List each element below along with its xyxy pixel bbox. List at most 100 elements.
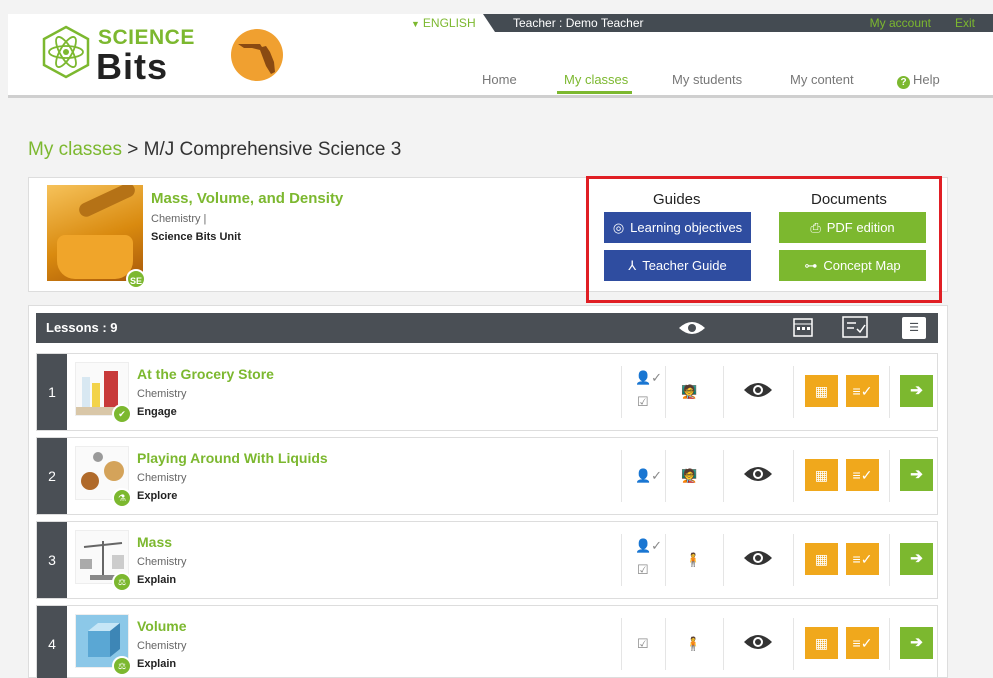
se-badge: SE bbox=[126, 269, 146, 289]
student-check-icon[interactable]: 👤✓ bbox=[635, 538, 662, 554]
lesson-row[interactable]: 3 ⚖ Mass Chemistry Explain 👤✓ ☑ 🧍 ▦ ≡✓ ➔ bbox=[36, 521, 938, 599]
assessment-button[interactable]: ≡✓ bbox=[846, 375, 879, 407]
lesson-number: 3 bbox=[37, 522, 67, 598]
explore-badge-icon: ⚗ bbox=[112, 488, 132, 508]
lesson-row[interactable]: 2 ⚗ Playing Around With Liquids Chemistr… bbox=[36, 437, 938, 515]
teacher-icon[interactable]: 🧍 bbox=[685, 552, 701, 568]
explain-badge-icon: ⚖ bbox=[112, 656, 132, 676]
eye-icon[interactable] bbox=[678, 320, 706, 336]
eye-icon[interactable] bbox=[743, 464, 773, 484]
calendar-icon[interactable] bbox=[792, 316, 814, 338]
enter-lesson-button[interactable]: ➔ bbox=[900, 543, 933, 575]
divider bbox=[723, 366, 724, 418]
lesson-subject: Chemistry bbox=[137, 640, 187, 652]
task-check-icon[interactable]: ☑ bbox=[637, 636, 649, 652]
task-check-icon[interactable]: ☑ bbox=[637, 394, 649, 410]
teacher-board-icon[interactable]: 🧑‍🏫 bbox=[681, 384, 697, 400]
engage-badge-icon: ✔ bbox=[112, 404, 132, 424]
header: ▼ ENGLISH Teacher : Demo Teacher My accou… bbox=[8, 14, 993, 98]
divider bbox=[793, 534, 794, 586]
unit-title[interactable]: Mass, Volume, and Density bbox=[151, 190, 343, 207]
assessment-button[interactable]: ≡✓ bbox=[846, 627, 879, 659]
breadcrumb-separator: > bbox=[127, 139, 139, 160]
lesson-subject: Chemistry bbox=[137, 388, 187, 400]
calendar-button[interactable]: ▦ bbox=[805, 459, 838, 491]
nav-help[interactable]: ? Help bbox=[897, 72, 940, 89]
eye-icon[interactable] bbox=[743, 548, 773, 568]
calendar-button[interactable]: ▦ bbox=[805, 543, 838, 575]
student-check-icon[interactable]: 👤✓ bbox=[635, 468, 662, 484]
assessment-button[interactable]: ≡✓ bbox=[846, 543, 879, 575]
calendar-button[interactable]: ▦ bbox=[805, 375, 838, 407]
eye-icon[interactable] bbox=[743, 380, 773, 400]
pdf-edition-button[interactable]: ⎙ PDF edition bbox=[779, 212, 926, 243]
divider bbox=[723, 450, 724, 502]
unit-thumbnail[interactable] bbox=[47, 185, 143, 281]
divider bbox=[665, 618, 666, 670]
student-check-icon[interactable]: 👤✓ bbox=[635, 370, 662, 386]
enter-lesson-button[interactable]: ➔ bbox=[900, 375, 933, 407]
eye-icon[interactable] bbox=[743, 632, 773, 652]
breadcrumb-my-classes[interactable]: My classes bbox=[28, 139, 122, 160]
lesson-row[interactable]: 1 ✔ At the Grocery Store Chemistry Engag… bbox=[36, 353, 938, 431]
lesson-title[interactable]: At the Grocery Store bbox=[137, 366, 274, 382]
concept-map-button[interactable]: ⊶ Concept Map bbox=[779, 250, 926, 281]
teacher-guide-button[interactable]: ⅄ Teacher Guide bbox=[604, 250, 751, 281]
print-icon: ⎙ bbox=[810, 219, 821, 235]
florida-state-logo-icon bbox=[231, 29, 283, 81]
guides-heading: Guides bbox=[653, 191, 701, 208]
teacher-icon: ⅄ bbox=[628, 257, 637, 273]
teacher-icon[interactable]: 🧍 bbox=[685, 636, 701, 652]
nav-active-indicator bbox=[557, 91, 632, 94]
divider bbox=[723, 534, 724, 586]
teacher-board-icon[interactable]: 🧑‍🏫 bbox=[681, 468, 697, 484]
nav-my-classes[interactable]: My classes bbox=[564, 72, 628, 87]
unit-type: Science Bits Unit bbox=[151, 231, 241, 243]
lesson-title[interactable]: Volume bbox=[137, 618, 187, 634]
science-bits-logo[interactable]: SCIENCE Bits bbox=[38, 24, 198, 87]
divider bbox=[621, 534, 622, 586]
lesson-row[interactable]: 4 ⚖ Volume Chemistry Explain ☑ 🧍 ▦ ≡✓ ➔ bbox=[36, 605, 938, 678]
concept-map-icon: ⊶ bbox=[804, 257, 818, 273]
enter-lesson-button[interactable]: ➔ bbox=[900, 627, 933, 659]
divider bbox=[889, 450, 890, 502]
lesson-subject: Chemistry bbox=[137, 556, 187, 568]
honey-dipper-shape bbox=[76, 185, 138, 220]
caret-down-icon: ▼ bbox=[411, 19, 420, 29]
list-view-icon[interactable]: ☰ bbox=[902, 317, 926, 339]
documents-heading: Documents bbox=[811, 191, 887, 208]
nav-my-students[interactable]: My students bbox=[672, 72, 742, 87]
divider bbox=[793, 618, 794, 670]
lesson-number: 4 bbox=[37, 606, 67, 678]
assessment-button[interactable]: ≡✓ bbox=[846, 459, 879, 491]
lesson-title[interactable]: Playing Around With Liquids bbox=[137, 450, 328, 466]
enter-lesson-button[interactable]: ➔ bbox=[900, 459, 933, 491]
lesson-number: 1 bbox=[37, 354, 67, 430]
nav-home[interactable]: Home bbox=[482, 72, 517, 87]
learning-objectives-button[interactable]: ◎ Learning objectives bbox=[604, 212, 751, 243]
language-label: ENGLISH bbox=[422, 16, 476, 30]
divider bbox=[621, 618, 622, 670]
atom-logo-icon bbox=[42, 25, 90, 79]
task-check-icon[interactable]: ☑ bbox=[637, 562, 649, 578]
lesson-phase: Engage bbox=[137, 406, 177, 418]
language-selector[interactable]: ▼ ENGLISH bbox=[411, 16, 476, 30]
logo-line2: Bits bbox=[96, 46, 169, 87]
pdf-edition-label: PDF edition bbox=[826, 220, 895, 235]
honey-jar-shape bbox=[57, 235, 133, 279]
teacher-guide-label: Teacher Guide bbox=[642, 258, 727, 273]
nav-my-content[interactable]: My content bbox=[790, 72, 854, 87]
divider bbox=[793, 450, 794, 502]
divider bbox=[723, 618, 724, 670]
explain-badge-icon: ⚖ bbox=[112, 572, 132, 592]
top-bar: Teacher : Demo Teacher My account Exit bbox=[483, 14, 993, 32]
lesson-title[interactable]: Mass bbox=[137, 534, 172, 550]
divider bbox=[665, 366, 666, 418]
lessons-count: Lessons : 9 bbox=[46, 320, 118, 335]
checklist-icon[interactable] bbox=[842, 316, 868, 338]
my-account-link[interactable]: My account bbox=[870, 16, 931, 30]
calendar-button[interactable]: ▦ bbox=[805, 627, 838, 659]
exit-link[interactable]: Exit bbox=[955, 16, 975, 30]
breadcrumb: My classes > M/J Comprehensive Science 3 bbox=[28, 139, 401, 161]
lessons-header-bar: Lessons : 9 ☰ bbox=[36, 313, 938, 343]
